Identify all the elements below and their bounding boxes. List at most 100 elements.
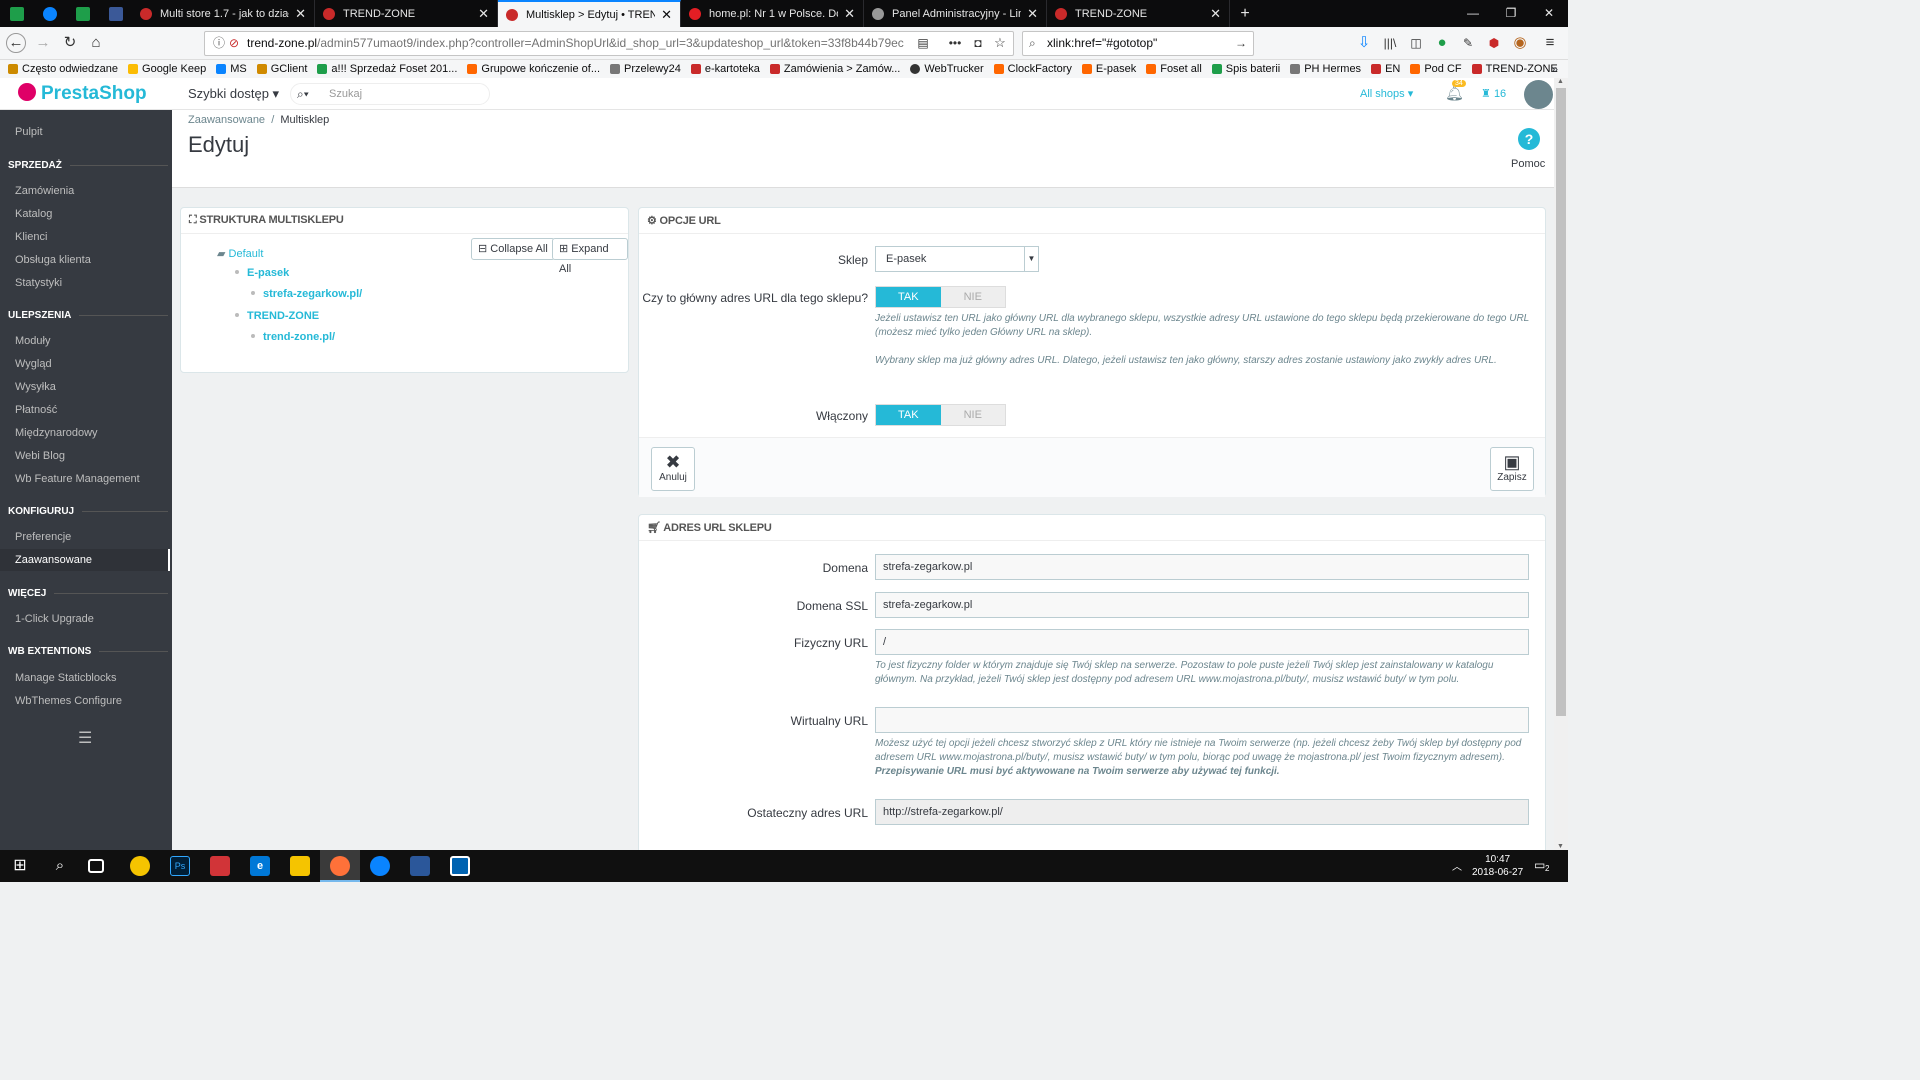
physical-url-input[interactable]: / bbox=[875, 629, 1529, 655]
sidebar-item-shipping[interactable]: Wysyłka bbox=[15, 381, 56, 393]
close-tab-icon[interactable]: ✕ bbox=[1027, 6, 1038, 22]
info-icon[interactable]: ⓘ bbox=[213, 32, 225, 55]
system-clock[interactable]: 10:47 2018-06-27 bbox=[1472, 853, 1523, 879]
eyedropper-icon[interactable]: ✎ bbox=[1458, 33, 1478, 53]
search-icon[interactable]: ⌕▾ bbox=[297, 84, 309, 104]
close-tab-icon[interactable]: ✕ bbox=[844, 6, 855, 22]
sidebar-item-customer-service[interactable]: Obsługa klienta bbox=[15, 254, 91, 266]
close-tab-icon[interactable]: ✕ bbox=[295, 6, 306, 22]
sidebar-item-catalog[interactable]: Katalog bbox=[15, 208, 52, 220]
quick-access-menu[interactable]: Szybki dostęp ▾ bbox=[188, 86, 279, 102]
bookmark-item[interactable]: Spis baterii bbox=[1211, 63, 1280, 75]
browser-tab[interactable]: home.pl: Nr 1 w Polsce. Dome✕ bbox=[681, 0, 864, 27]
ssl-domain-input[interactable]: strefa-zegarkow.pl bbox=[875, 592, 1529, 618]
browser-tab[interactable]: Panel Administracyjny - LinuxP✕ bbox=[864, 0, 1047, 27]
sidebar-item-wbthemes[interactable]: WbThemes Configure bbox=[15, 695, 122, 707]
bookmark-item[interactable]: MS bbox=[216, 63, 247, 75]
firefox-dev-icon[interactable] bbox=[370, 856, 390, 876]
sidebar-item-customers[interactable]: Klienci bbox=[15, 231, 47, 243]
shop-selector[interactable]: All shops ▾ bbox=[1360, 87, 1413, 100]
sidebar-item-advanced[interactable]: Zaawansowane bbox=[0, 549, 170, 571]
browser-tab-active[interactable]: Multisklep > Edytuj • TREND-Z✕ bbox=[498, 0, 681, 27]
bookmark-star-icon[interactable]: ☆ bbox=[990, 33, 1010, 53]
shop-select[interactable]: E-pasek ▼ bbox=[875, 246, 1039, 272]
expand-all-button[interactable]: ⊞ Expand All bbox=[552, 238, 628, 275]
domain-input[interactable]: strefa-zegarkow.pl bbox=[875, 554, 1529, 580]
more-bookmarks-icon[interactable]: » bbox=[1551, 62, 1558, 76]
library-icon[interactable]: |||\ bbox=[1380, 33, 1400, 53]
sidebar-item-international[interactable]: Międzynarodowy bbox=[15, 427, 98, 439]
enabled-toggle[interactable]: TAK NIE bbox=[875, 404, 1006, 426]
file-explorer-icon[interactable] bbox=[290, 856, 310, 876]
bookmark-item[interactable]: EN bbox=[1371, 63, 1400, 75]
sidebar-item-preferences[interactable]: Preferencje bbox=[15, 531, 71, 543]
prestashop-logo[interactable]: PrestaShop bbox=[18, 83, 147, 105]
search-icon[interactable]: ⌕ bbox=[50, 856, 70, 876]
sidebar-icon[interactable]: ◫ bbox=[1406, 33, 1426, 53]
action-center-icon[interactable]: ▭ bbox=[1534, 858, 1545, 872]
admin-search-input[interactable]: ⌕▾ Szukaj bbox=[290, 83, 490, 105]
bookmark-item[interactable]: Foset all bbox=[1146, 63, 1202, 75]
sidebar-item-stats[interactable]: Statystyki bbox=[15, 277, 62, 289]
forward-icon[interactable]: → bbox=[33, 33, 53, 53]
sidebar-item-staticblocks[interactable]: Manage Staticblocks bbox=[15, 672, 117, 684]
scroll-up-icon[interactable]: ▲ bbox=[1557, 78, 1564, 85]
toggle-yes[interactable]: TAK bbox=[876, 287, 941, 307]
minimize-icon[interactable]: — bbox=[1454, 0, 1492, 27]
bookmark-item[interactable]: TREND-ZONE bbox=[1471, 63, 1558, 75]
close-window-icon[interactable]: ✕ bbox=[1530, 0, 1568, 27]
page-scrollbar[interactable]: ▲ ▼ bbox=[1554, 78, 1568, 850]
bookmark-item[interactable]: ClockFactory bbox=[993, 63, 1072, 75]
app-icon[interactable] bbox=[450, 856, 470, 876]
browser-tab[interactable]: TREND-ZONE ✕ bbox=[1047, 0, 1230, 27]
bookmark-item[interactable]: Grupowe kończenie of... bbox=[467, 63, 600, 75]
go-arrow-icon[interactable]: → bbox=[1235, 32, 1247, 55]
sidebar-item-webi-blog[interactable]: Webi Blog bbox=[15, 450, 65, 462]
address-bar[interactable]: ⓘ ⊘ trend-zone.pl/admin577umaot9/index.p… bbox=[204, 31, 1014, 56]
back-icon[interactable]: ← bbox=[6, 33, 26, 53]
save-button[interactable]: ▣ Zapisz bbox=[1490, 447, 1534, 491]
sidebar-item-dashboard[interactable]: Pulpit bbox=[15, 126, 43, 138]
search-bar[interactable]: ⌕ xlink:href="#gototop" → bbox=[1022, 31, 1254, 56]
photoshop-icon[interactable]: Ps bbox=[170, 856, 190, 876]
bookmark-item[interactable]: e-kartoteka bbox=[690, 63, 760, 75]
tray-chevron-icon[interactable]: ︿ bbox=[1452, 858, 1462, 873]
pinned-tab[interactable] bbox=[66, 0, 99, 27]
main-url-toggle[interactable]: TAK NIE bbox=[875, 286, 1006, 308]
task-view-icon[interactable] bbox=[88, 859, 104, 873]
pinned-tab[interactable] bbox=[0, 0, 33, 27]
tree-node-default[interactable]: ▰ Default bbox=[217, 247, 263, 260]
tree-node-shop[interactable]: E-pasek bbox=[235, 267, 289, 279]
app-icon[interactable] bbox=[210, 856, 230, 876]
windows-start-icon[interactable]: ⊞ bbox=[10, 856, 30, 876]
menu-icon[interactable]: ≡ bbox=[1540, 33, 1560, 53]
toggle-yes[interactable]: TAK bbox=[876, 405, 941, 425]
save-app-icon[interactable] bbox=[410, 856, 430, 876]
tree-node-url[interactable]: trend-zone.pl/ bbox=[251, 331, 335, 343]
employee-avatar[interactable] bbox=[1524, 80, 1553, 109]
pinned-tab[interactable] bbox=[99, 0, 132, 27]
reader-view-icon[interactable]: ▤ bbox=[913, 33, 933, 53]
bookmark-item[interactable]: Często odwiedzane bbox=[8, 63, 118, 75]
tree-node-url[interactable]: strefa-zegarkow.pl/ bbox=[251, 288, 362, 300]
bookmark-item[interactable]: Zamówienia > Zamów... bbox=[769, 63, 900, 75]
help-icon[interactable]: ? bbox=[1518, 128, 1540, 150]
sidebar-item-wb-feature[interactable]: Wb Feature Management bbox=[15, 473, 140, 485]
close-tab-icon[interactable]: ✕ bbox=[661, 7, 672, 23]
bookmark-item[interactable]: a!!! Sprzedaż Foset 201... bbox=[317, 63, 457, 75]
app-icon[interactable] bbox=[130, 856, 150, 876]
scroll-down-icon[interactable]: ▼ bbox=[1557, 843, 1564, 850]
bookmark-item[interactable]: WebTrucker bbox=[910, 63, 984, 75]
bookmark-item[interactable]: Google Keep bbox=[128, 63, 206, 75]
tree-node-shop[interactable]: TREND-ZONE bbox=[235, 310, 319, 322]
maximize-icon[interactable]: ❐ bbox=[1492, 0, 1530, 27]
home-icon[interactable]: ⌂ bbox=[86, 33, 106, 53]
sidebar-item-orders[interactable]: Zamówienia bbox=[15, 185, 74, 197]
bookmark-item[interactable]: GClient bbox=[256, 63, 307, 75]
new-tab-button[interactable]: + bbox=[1230, 0, 1260, 27]
toggle-no[interactable]: NIE bbox=[940, 287, 1005, 307]
virtual-url-input[interactable] bbox=[875, 707, 1529, 733]
browser-tab[interactable]: TREND-ZONE ✕ bbox=[315, 0, 498, 27]
sidebar-item-design[interactable]: Wygląd bbox=[15, 358, 52, 370]
sidebar-item-payment[interactable]: Płatność bbox=[15, 404, 57, 416]
